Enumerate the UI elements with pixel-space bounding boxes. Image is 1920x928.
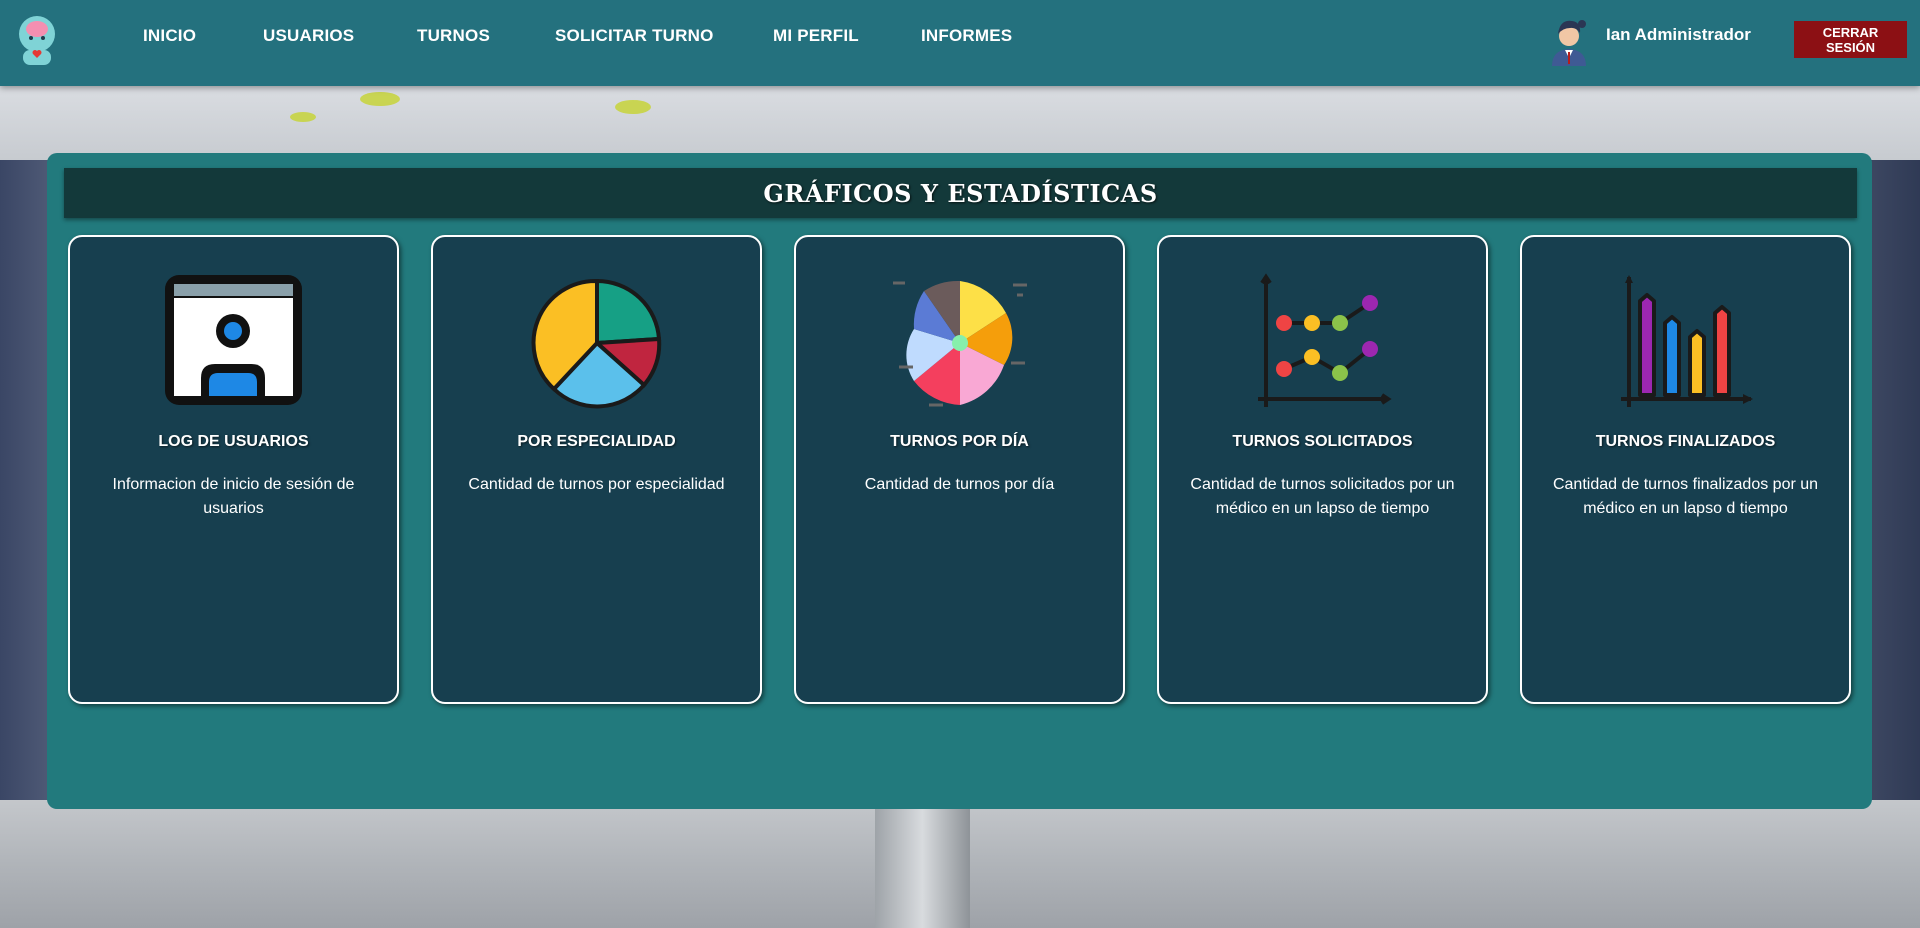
card-turnos-finalizados[interactable]: TURNOS FINALIZADOS Cantidad de turnos fi… xyxy=(1520,235,1851,704)
user-avatar-icon xyxy=(1552,20,1586,66)
card-por-especialidad[interactable]: POR ESPECIALIDAD Cantidad de turnos por … xyxy=(431,235,762,704)
logout-button[interactable]: CERRAR SESIÓN xyxy=(1794,21,1907,58)
logo-icon[interactable] xyxy=(14,14,60,66)
page-title: GRÁFICOS Y ESTADÍSTICAS xyxy=(763,178,1158,208)
nav-inicio[interactable]: INICIO xyxy=(143,26,196,46)
card-turnos-solicitados[interactable]: TURNOS SOLICITADOS Cantidad de turnos so… xyxy=(1157,235,1488,704)
user-log-icon xyxy=(165,275,302,405)
card-title: POR ESPECIALIDAD xyxy=(517,433,676,450)
nav-turnos[interactable]: TURNOS xyxy=(417,26,490,46)
top-navbar: INICIO USUARIOS TURNOS SOLICITAR TURNO M… xyxy=(0,0,1920,86)
user-name: Ian Administrador xyxy=(1606,25,1751,44)
nav-informes[interactable]: INFORMES xyxy=(921,26,1012,46)
nav-mi-perfil[interactable]: MI PERFIL xyxy=(773,26,859,46)
scatter-chart-icon xyxy=(1258,273,1392,407)
bar-chart-icon xyxy=(1621,275,1753,407)
card-log-usuarios[interactable]: LOG DE USUARIOS Informacion de inicio de… xyxy=(68,235,399,704)
card-description: Cantidad de turnos finalizados por un mé… xyxy=(1552,476,1819,517)
pie-chart-icon xyxy=(531,278,662,409)
panel-header: GRÁFICOS Y ESTADÍSTICAS xyxy=(64,168,1857,218)
card-description: Cantidad de turnos por día xyxy=(864,476,1055,493)
card-description: Cantidad de turnos por especialidad xyxy=(468,476,725,493)
card-title: LOG DE USUARIOS xyxy=(158,433,309,450)
card-turnos-por-dia[interactable]: TURNOS POR DÍA Cantidad de turnos por dí… xyxy=(794,235,1125,704)
card-description: Informacion de inicio de sesión de usuar… xyxy=(112,476,355,517)
statistics-panel: GRÁFICOS Y ESTADÍSTICAS LOG DE USUARIOS … xyxy=(47,153,1872,809)
radial-chart-icon xyxy=(893,280,1027,407)
nav-usuarios[interactable]: USUARIOS xyxy=(263,26,354,46)
card-title: TURNOS POR DÍA xyxy=(890,433,1029,450)
card-description: Cantidad de turnos solicitados por un mé… xyxy=(1190,476,1455,517)
card-title: TURNOS SOLICITADOS xyxy=(1232,433,1413,450)
nav-solicitar-turno[interactable]: SOLICITAR TURNO xyxy=(555,26,714,46)
card-title: TURNOS FINALIZADOS xyxy=(1595,433,1776,450)
